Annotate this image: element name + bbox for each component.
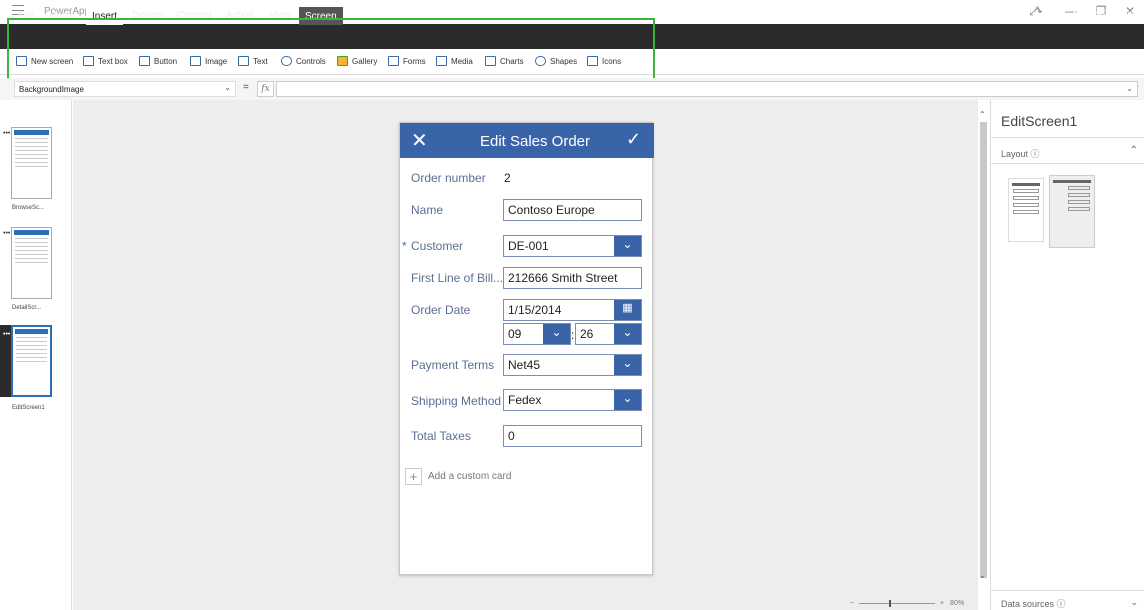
customer-dropdown[interactable]: DE-001 ⌄: [503, 235, 642, 257]
required-asterisk: *: [402, 239, 407, 253]
first-line-input[interactable]: 212666 Smith Street: [503, 267, 642, 289]
layout-option-1[interactable]: [1008, 178, 1044, 242]
formula-input[interactable]: ⌄: [276, 81, 1138, 97]
screen-thumbnail-edit[interactable]: [11, 325, 52, 397]
screen-label: EditScreen1: [12, 405, 45, 411]
form-title: Edit Sales Order: [479, 133, 591, 150]
payment-terms-dropdown[interactable]: Net45 ⌄: [503, 354, 642, 376]
layout-option-2[interactable]: [1049, 175, 1095, 248]
zoom-level: 80%: [950, 600, 965, 607]
order-number-value: 2: [504, 171, 511, 185]
form-header: ✕ Edit Sales Order ✓: [400, 123, 654, 158]
chevron-down-icon[interactable]: ⌄: [614, 236, 641, 256]
zoom-slider[interactable]: [859, 599, 936, 607]
zoom-out-button[interactable]: −: [850, 600, 854, 607]
smiley-feedback-icon[interactable]: ☺: [958, 7, 969, 19]
chevron-down-icon[interactable]: ⌄: [543, 324, 570, 344]
undo-icon[interactable]: ↶: [1016, 7, 1024, 18]
edit-form[interactable]: ✕ Edit Sales Order ✓ Order number 2 Name…: [399, 122, 654, 575]
hour-dropdown[interactable]: 09 ⌄: [503, 323, 571, 345]
property-selector[interactable]: BackgroundImage ⌄: [14, 81, 236, 97]
calendar-icon[interactable]: ▦: [614, 300, 641, 320]
chevron-down-icon: ⌄: [224, 83, 231, 92]
order-number-label: Order number: [411, 171, 486, 185]
zoom-in-button[interactable]: +: [940, 600, 944, 607]
chevron-up-icon[interactable]: ⌃: [1130, 145, 1138, 156]
zoom-slider-thumb[interactable]: [889, 599, 892, 607]
submit-check-icon[interactable]: ✓: [626, 129, 641, 150]
user-name[interactable]: Sandeep Chaudhury: [1073, 10, 1137, 17]
chevron-down-icon[interactable]: ⌄: [1130, 597, 1138, 608]
play-icon[interactable]: ▶: [999, 7, 1006, 18]
layout-section[interactable]: Layout ⓘ: [1001, 147, 1040, 160]
cancel-icon[interactable]: ✕: [411, 128, 428, 152]
expand-formula-icon[interactable]: ⌄: [1126, 84, 1133, 93]
screen-thumbnail-browse[interactable]: [11, 127, 52, 199]
more-options-icon[interactable]: •••: [3, 230, 10, 237]
shipping-method-dropdown[interactable]: Fedex ⌄: [503, 389, 642, 411]
payment-terms-label: Payment Terms: [411, 358, 495, 372]
name-label: Name: [411, 203, 444, 217]
total-taxes-input[interactable]: 0: [503, 425, 642, 447]
screen-label: DetailScr...: [12, 305, 42, 311]
more-options-icon[interactable]: •••: [3, 130, 10, 137]
scroll-up-icon[interactable]: ⌃: [979, 110, 986, 119]
customer-label: Customer: [411, 239, 464, 253]
minute-dropdown[interactable]: 26 ⌄: [575, 323, 642, 345]
more-options-icon[interactable]: •••: [3, 331, 10, 338]
redo-icon[interactable]: ↷: [1034, 7, 1042, 18]
screen-label: BrowseSc...: [12, 205, 45, 211]
screen-thumbnail-detail[interactable]: [11, 227, 52, 299]
chevron-down-icon[interactable]: ⌄: [614, 355, 641, 375]
info-icon: ⓘ: [1056, 599, 1066, 609]
chevron-down-icon[interactable]: ⌄: [614, 390, 641, 410]
chevron-down-icon[interactable]: ⌄: [614, 324, 641, 344]
first-line-label: First Line of Bill...: [411, 271, 504, 285]
help-icon[interactable]: ?: [981, 7, 987, 18]
data-sources-section[interactable]: Data sources ⓘ: [1001, 597, 1066, 610]
user-icon: ⚲: [1054, 7, 1062, 18]
fx-icon: fx: [257, 81, 274, 97]
info-icon: ⓘ: [1030, 149, 1040, 159]
shipping-method-label: Shipping Method: [411, 394, 502, 408]
scroll-down-icon[interactable]: ⌄: [979, 571, 986, 580]
name-input[interactable]: Contoso Europe: [503, 199, 642, 221]
order-date-picker[interactable]: 1/15/2014 ▦: [503, 299, 642, 321]
add-custom-card-button[interactable]: + Add a custom card: [405, 468, 511, 485]
equals-sign: =: [243, 82, 249, 93]
zoom-control[interactable]: − + 80%: [850, 599, 965, 607]
time-separator: :: [571, 328, 575, 342]
total-taxes-label: Total Taxes: [411, 429, 471, 443]
plus-icon: +: [405, 468, 422, 485]
canvas-scrollbar[interactable]: [980, 122, 987, 578]
selected-screen-title: EditScreen1: [1001, 113, 1078, 129]
order-date-label: Order Date: [411, 303, 471, 317]
properties-pane: EditScreen1 Layout ⓘ ⌃ Data sources ⓘ ⌄: [990, 100, 1144, 610]
highlight-box: [7, 18, 655, 81]
